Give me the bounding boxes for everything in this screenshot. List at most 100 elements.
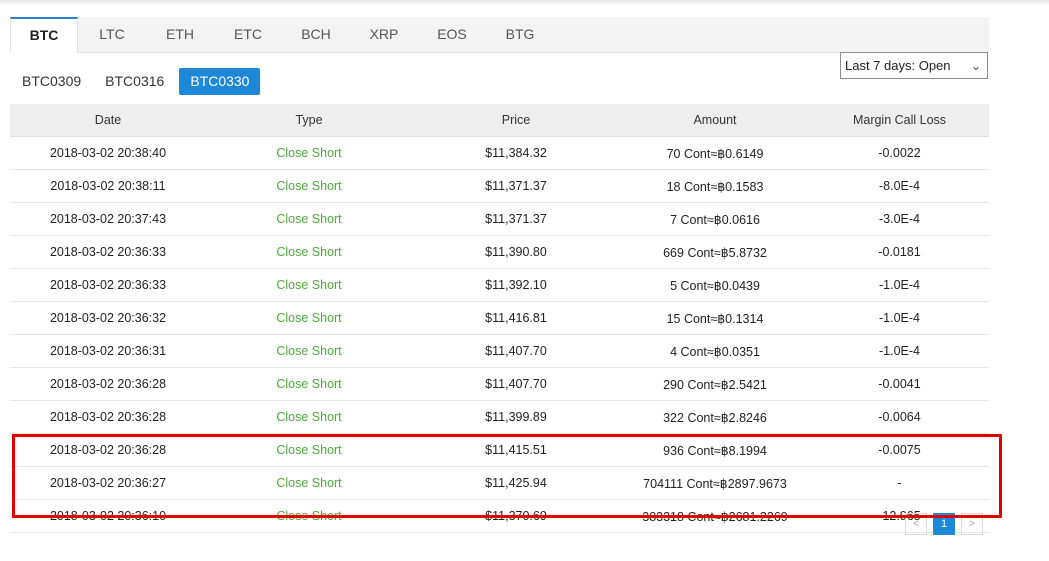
price-cell: $11,370.69 bbox=[412, 499, 620, 533]
date-cell: 2018-03-02 20:36:27 bbox=[10, 466, 206, 500]
date-cell: 2018-03-02 20:36:33 bbox=[10, 235, 206, 269]
top-shadow bbox=[0, 0, 1049, 6]
margin-call-loss-cell: -0.0022 bbox=[810, 136, 989, 170]
price-cell: $11,390.80 bbox=[412, 235, 620, 269]
amount-cell: 7 Cont≈฿0.0616 bbox=[620, 202, 810, 236]
prev-page-button[interactable]: < bbox=[905, 513, 927, 535]
amount-cell: 5 Cont≈฿0.0439 bbox=[620, 268, 810, 302]
amount-cell: 936 Cont≈฿8.1994 bbox=[620, 433, 810, 467]
margin-call-loss-cell: -0.0075 bbox=[810, 433, 989, 467]
amount-cell: 322 Cont≈฿2.8246 bbox=[620, 400, 810, 434]
amount-cell: 15 Cont≈฿0.1314 bbox=[620, 301, 810, 335]
type-cell: Close Short bbox=[206, 235, 412, 269]
margin-call-loss-cell: - bbox=[810, 466, 989, 500]
date-cell: 2018-03-02 20:37:43 bbox=[10, 202, 206, 236]
liquidation-table: Date Type Price Amount Margin Call Loss … bbox=[10, 104, 989, 533]
amount-cell: 4 Cont≈฿0.0351 bbox=[620, 334, 810, 368]
type-cell: Close Short bbox=[206, 268, 412, 302]
table-row: 2018-03-02 20:36:28 Close Short $11,415.51… bbox=[10, 433, 989, 467]
time-range-select[interactable]: Last 7 days: Open ⌄ bbox=[840, 52, 988, 79]
price-cell: $11,384.32 bbox=[412, 136, 620, 170]
date-cell: 2018-03-02 20:36:28 bbox=[10, 367, 206, 401]
type-cell: Close Short bbox=[206, 334, 412, 368]
date-cell: 2018-03-02 20:36:28 bbox=[10, 400, 206, 434]
price-cell: $11,407.70 bbox=[412, 334, 620, 368]
contract-tab-btc0330[interactable]: BTC0330 bbox=[179, 68, 261, 95]
table-row: 2018-03-02 20:36:31 Close Short $11,407.70… bbox=[10, 334, 989, 368]
tab-btc[interactable]: BTC bbox=[10, 17, 78, 53]
table-body: 2018-03-02 20:38:40 Close Short $11,384.32… bbox=[10, 136, 989, 533]
tab-xrp[interactable]: XRP bbox=[350, 17, 418, 52]
time-range-value: Last 7 days: Open bbox=[845, 58, 951, 73]
header-date: Date bbox=[10, 104, 206, 137]
date-cell: 2018-03-02 20:38:40 bbox=[10, 136, 206, 170]
table-row: 2018-03-02 20:36:27 Close Short $11,425.94… bbox=[10, 466, 989, 500]
table-header-row: Date Type Price Amount Margin Call Loss bbox=[10, 104, 989, 137]
header-type: Type bbox=[206, 104, 412, 137]
amount-cell: 383318 Cont≈฿2681.2269 bbox=[620, 499, 810, 533]
date-cell: 2018-03-02 20:36:10 bbox=[10, 499, 206, 533]
table-row: 2018-03-02 20:36:10 Close Short $11,370.69… bbox=[10, 499, 989, 533]
page-1-button[interactable]: 1 bbox=[933, 513, 955, 535]
date-cell: 2018-03-02 20:38:11 bbox=[10, 169, 206, 203]
price-cell: $11,415.51 bbox=[412, 433, 620, 467]
table-row: 2018-03-02 20:36:33 Close Short $11,392.10… bbox=[10, 268, 989, 302]
margin-call-loss-cell: -0.0064 bbox=[810, 400, 989, 434]
tab-bch[interactable]: BCH bbox=[282, 17, 350, 52]
date-cell: 2018-03-02 20:36:31 bbox=[10, 334, 206, 368]
amount-cell: 290 Cont≈฿2.5421 bbox=[620, 367, 810, 401]
price-cell: $11,371.37 bbox=[412, 169, 620, 203]
contract-tab-btc0316[interactable]: BTC0316 bbox=[94, 68, 175, 95]
margin-call-loss-cell: -1.0E-4 bbox=[810, 301, 989, 335]
table-row: 2018-03-02 20:37:43 Close Short $11,371.37… bbox=[10, 202, 989, 236]
margin-call-loss-cell: -1.0E-4 bbox=[810, 268, 989, 302]
date-cell: 2018-03-02 20:36:33 bbox=[10, 268, 206, 302]
table-row: 2018-03-02 20:36:28 Close Short $11,407.70… bbox=[10, 367, 989, 401]
date-cell: 2018-03-02 20:36:28 bbox=[10, 433, 206, 467]
margin-call-loss-cell: -3.0E-4 bbox=[810, 202, 989, 236]
next-page-button[interactable]: > bbox=[961, 513, 983, 535]
type-cell: Close Short bbox=[206, 301, 412, 335]
price-cell: $11,425.94 bbox=[412, 466, 620, 500]
type-cell: Close Short bbox=[206, 499, 412, 533]
price-cell: $11,371.37 bbox=[412, 202, 620, 236]
pagination: < 1 > bbox=[905, 513, 983, 535]
price-cell: $11,407.70 bbox=[412, 367, 620, 401]
amount-cell: 18 Cont≈฿0.1583 bbox=[620, 169, 810, 203]
margin-call-loss-cell: -0.0181 bbox=[810, 235, 989, 269]
tab-etc[interactable]: ETC bbox=[214, 17, 282, 52]
type-cell: Close Short bbox=[206, 367, 412, 401]
header-amount: Amount bbox=[620, 104, 810, 137]
header-price: Price bbox=[412, 104, 620, 137]
price-cell: $11,416.81 bbox=[412, 301, 620, 335]
amount-cell: 704111 Cont≈฿2897.9673 bbox=[620, 466, 810, 500]
amount-cell: 70 Cont≈฿0.6149 bbox=[620, 136, 810, 170]
coin-tab-bar: BTC LTC ETH ETC BCH XRP EOS BTG bbox=[10, 17, 989, 53]
table-row: 2018-03-02 20:38:11 Close Short $11,371.37… bbox=[10, 169, 989, 203]
margin-call-loss-cell: -8.0E-4 bbox=[810, 169, 989, 203]
amount-cell: 669 Cont≈฿5.8732 bbox=[620, 235, 810, 269]
type-cell: Close Short bbox=[206, 466, 412, 500]
tab-btg[interactable]: BTG bbox=[486, 17, 554, 52]
type-cell: Close Short bbox=[206, 400, 412, 434]
price-cell: $11,399.89 bbox=[412, 400, 620, 434]
type-cell: Close Short bbox=[206, 169, 412, 203]
contract-tab-bar: BTC0309 BTC0316 BTC0330 bbox=[10, 68, 262, 95]
type-cell: Close Short bbox=[206, 202, 412, 236]
type-cell: Close Short bbox=[206, 433, 412, 467]
type-cell: Close Short bbox=[206, 136, 412, 170]
table-row: 2018-03-02 20:36:33 Close Short $11,390.80… bbox=[10, 235, 989, 269]
date-cell: 2018-03-02 20:36:32 bbox=[10, 301, 206, 335]
margin-call-loss-cell: -0.0041 bbox=[810, 367, 989, 401]
tab-eos[interactable]: EOS bbox=[418, 17, 486, 52]
price-cell: $11,392.10 bbox=[412, 268, 620, 302]
tab-ltc[interactable]: LTC bbox=[78, 17, 146, 52]
contract-tab-btc0309[interactable]: BTC0309 bbox=[10, 68, 92, 95]
table-row: 2018-03-02 20:38:40 Close Short $11,384.32… bbox=[10, 136, 989, 170]
tab-eth[interactable]: ETH bbox=[146, 17, 214, 52]
margin-call-loss-cell: -1.0E-4 bbox=[810, 334, 989, 368]
table-row: 2018-03-02 20:36:32 Close Short $11,416.81… bbox=[10, 301, 989, 335]
header-margin-call-loss: Margin Call Loss bbox=[810, 104, 989, 137]
table-row: 2018-03-02 20:36:28 Close Short $11,399.89… bbox=[10, 400, 989, 434]
chevron-down-icon: ⌄ bbox=[970, 59, 981, 73]
